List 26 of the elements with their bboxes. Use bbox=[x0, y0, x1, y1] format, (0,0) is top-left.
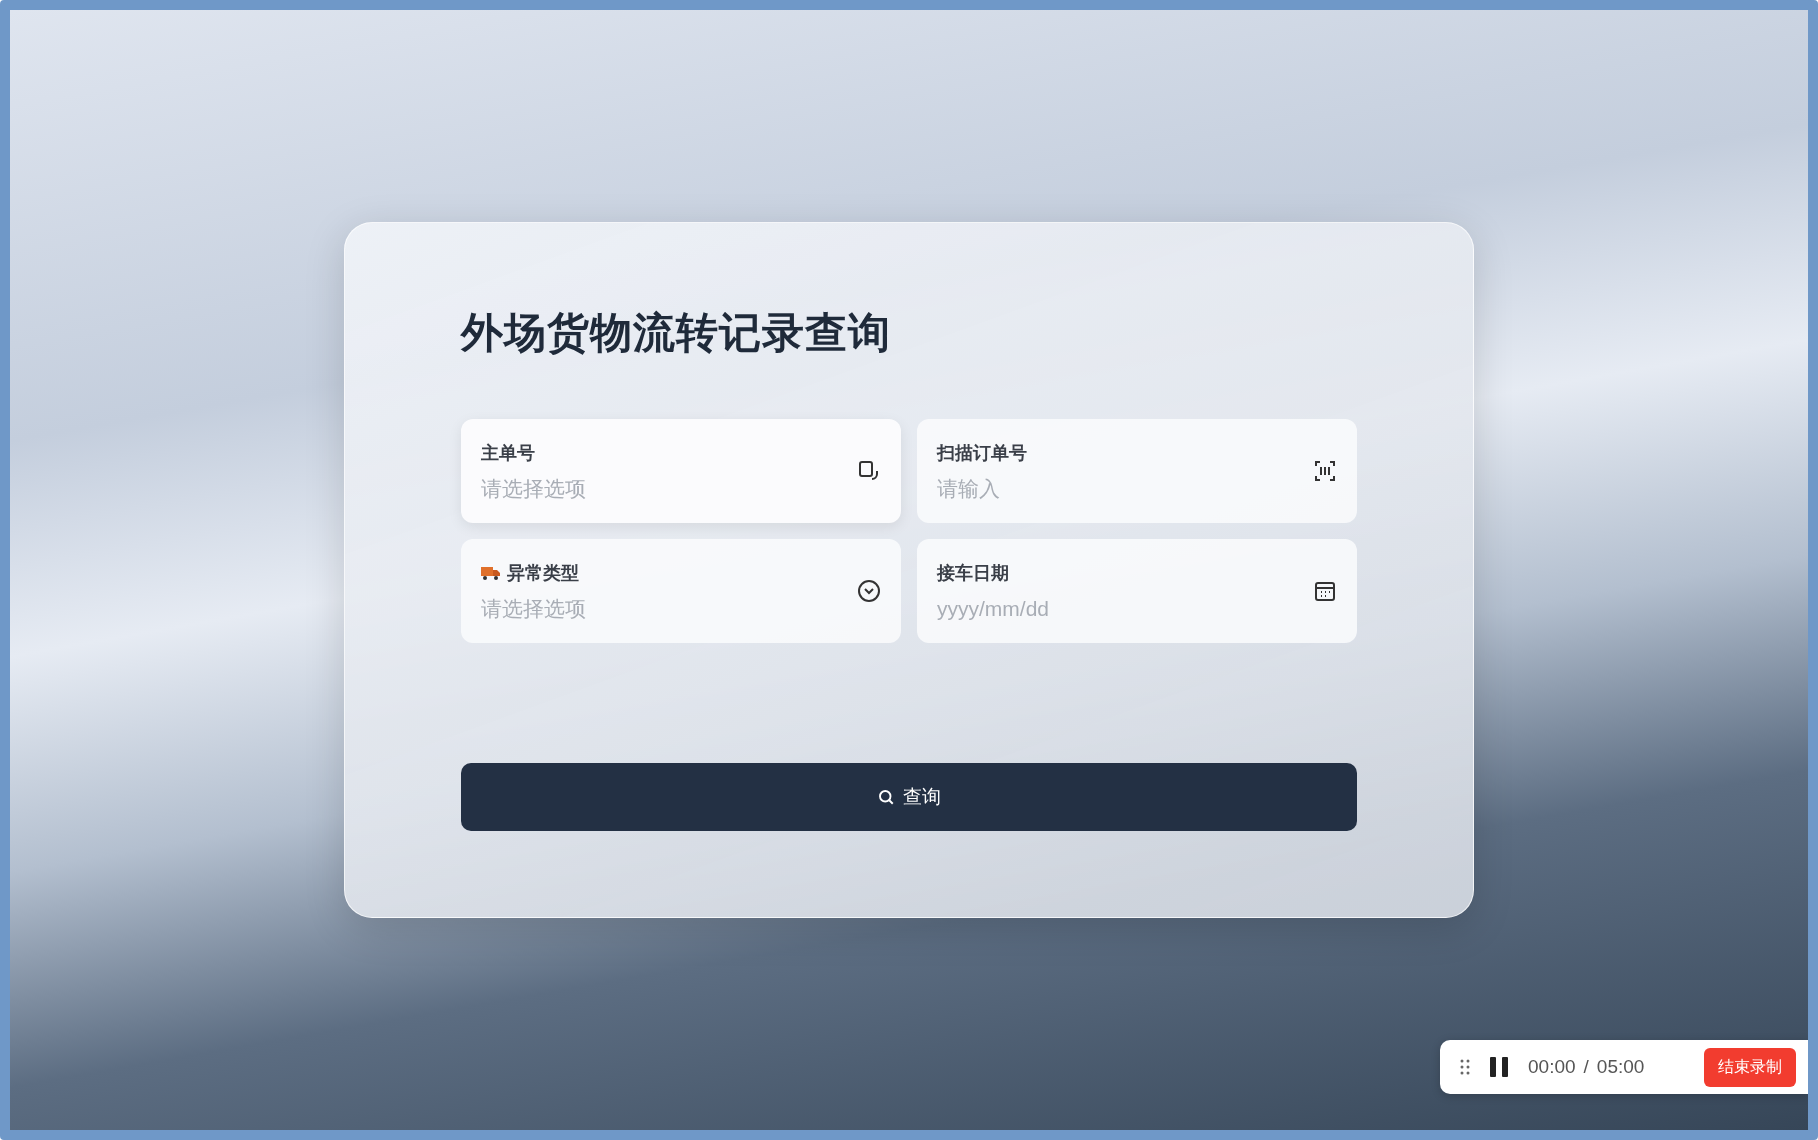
calendar-icon[interactable] bbox=[1313, 579, 1337, 603]
drag-handle-icon[interactable] bbox=[1460, 1059, 1470, 1075]
chevron-down-icon[interactable] bbox=[857, 579, 881, 603]
search-button[interactable]: 查询 bbox=[461, 763, 1357, 831]
page-title: 外场货物流转记录查询 bbox=[461, 308, 892, 358]
field-label: 异常类型 bbox=[507, 562, 579, 585]
input-field[interactable]: yyyy/mm/dd bbox=[937, 597, 1237, 621]
field-label: 接车日期 bbox=[937, 562, 1009, 585]
elapsed-time: 00:00 bbox=[1528, 1056, 1576, 1078]
input-field[interactable]: 请选择选项 bbox=[481, 597, 781, 621]
time-limit: 05:00 bbox=[1596, 1056, 1645, 1078]
input-field[interactable]: 请输入 bbox=[937, 477, 1237, 501]
input-field[interactable]: 请选择选项 bbox=[481, 477, 781, 501]
stop-recording-button[interactable]: 结束录制 bbox=[1704, 1047, 1796, 1087]
search-icon bbox=[877, 788, 895, 806]
field-label: 主单号 bbox=[481, 442, 535, 465]
truck-icon bbox=[481, 565, 501, 581]
time-separator: / bbox=[1583, 1056, 1589, 1078]
form-field[interactable]: 接车日期 yyyy/mm/dd bbox=[917, 539, 1357, 643]
form-field[interactable]: 异常类型 请选择选项 bbox=[461, 539, 901, 643]
field-label: 扫描订单号 bbox=[937, 442, 1027, 465]
form-field[interactable]: 主单号 请选择选项 bbox=[461, 419, 901, 523]
pause-icon[interactable] bbox=[1488, 1056, 1510, 1078]
copy-icon[interactable] bbox=[857, 459, 881, 483]
scan-icon[interactable] bbox=[1313, 459, 1337, 483]
form-field[interactable]: 扫描订单号 请输入 bbox=[917, 419, 1357, 523]
